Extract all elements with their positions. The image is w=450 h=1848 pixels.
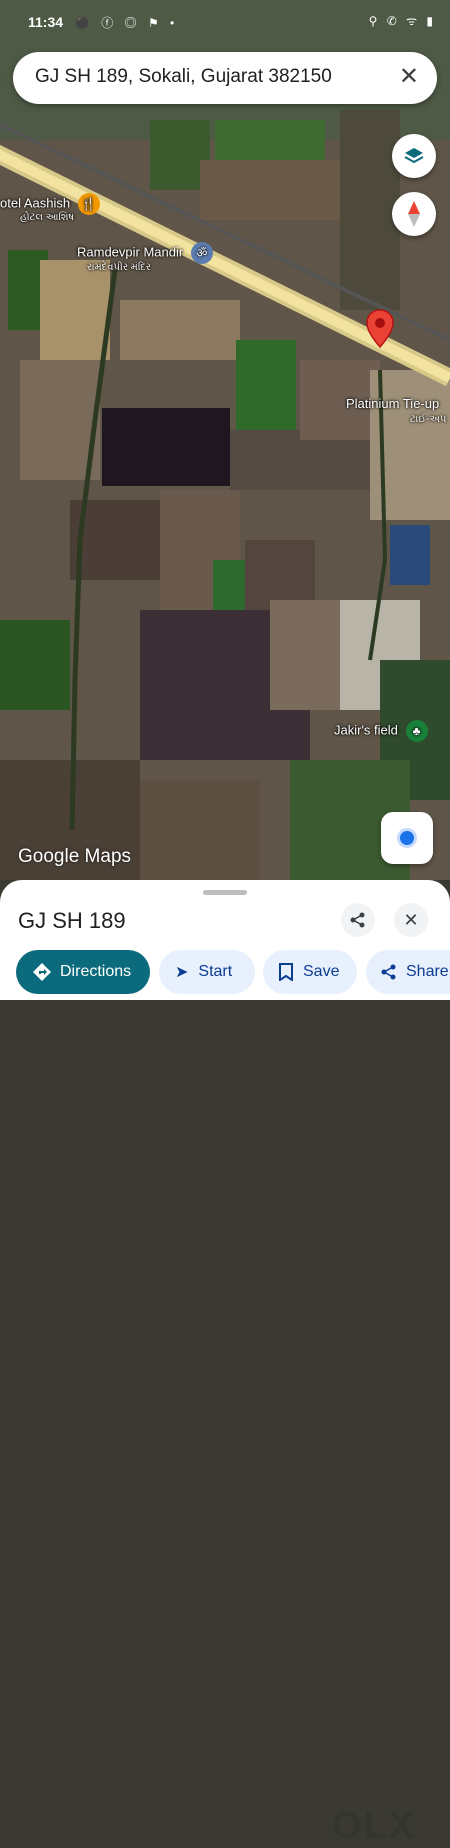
- share-icon: [381, 964, 396, 980]
- my-location-button[interactable]: [381, 812, 433, 864]
- place-ramdevpir-mandir[interactable]: Ramdevpir Mandir ॐ: [77, 242, 213, 264]
- place-name: Ramdevpir Mandir: [77, 244, 184, 260]
- satellite-map[interactable]: 11:34 ⚫ ⓕ ◎ ⚑ • ⚲ ✆ ᯤ ▮ GJ SH 189, Sokal…: [0, 0, 450, 880]
- restaurant-icon: 🍴: [77, 193, 100, 215]
- place-platinium[interactable]: Platinium Tie-up: [346, 396, 439, 411]
- search-bar[interactable]: GJ SH 189, Sokali, Gujarat 382150 ✕: [13, 52, 437, 104]
- directions-icon: [33, 963, 51, 981]
- status-bar: 11:34 ⚫ ⓕ ◎ ⚑ • ⚲ ✆ ᯤ ▮: [0, 0, 450, 44]
- bookmark-icon: [279, 963, 293, 981]
- share-button[interactable]: Share: [366, 950, 450, 994]
- location-pin-icon[interactable]: [366, 309, 394, 349]
- compass-button[interactable]: [392, 192, 436, 236]
- drag-handle[interactable]: [203, 890, 247, 895]
- share-label: Share: [406, 963, 449, 980]
- layers-button[interactable]: [392, 134, 436, 178]
- notification-icons: ⚫ ⓕ ◎ ⚑ •: [75, 16, 179, 30]
- directions-button[interactable]: Directions: [16, 950, 150, 994]
- start-button[interactable]: ➤ Start: [159, 950, 255, 994]
- navigation-arrow-icon: ➤: [175, 964, 189, 981]
- search-address[interactable]: GJ SH 189, Sokali, Gujarat 382150: [35, 66, 332, 88]
- share-icon-button[interactable]: [341, 903, 375, 937]
- close-icon: ✕: [403, 909, 419, 930]
- directions-label: Directions: [60, 963, 132, 980]
- place-sub-gujarati: હોટલ આશિષ: [20, 212, 75, 223]
- place-jakirs-field[interactable]: Jakir's field ♣: [334, 720, 428, 742]
- olx-watermark: OLX: [332, 1805, 417, 1847]
- location-dot-icon: [400, 831, 414, 845]
- place-sub-gujarati: રામદેવપીર મંદિર: [87, 262, 151, 273]
- map-imagery: [0, 0, 450, 880]
- temple-icon: ॐ: [190, 242, 213, 264]
- place-title: GJ SH 189: [18, 908, 126, 933]
- place-sub-gujarati: ટાઈ-અપ: [410, 414, 447, 425]
- park-icon: ♣: [405, 720, 428, 742]
- compass-icon: [408, 201, 420, 227]
- close-icon[interactable]: ✕: [399, 62, 419, 91]
- system-icons: ⚲ ✆ ᯤ ▮: [368, 14, 436, 28]
- start-label: Start: [198, 963, 233, 980]
- save-label: Save: [303, 963, 340, 980]
- close-sheet-button[interactable]: ✕: [394, 903, 428, 937]
- bottom-sheet[interactable]: GJ SH 189 ✕ Directions ➤ Start Save Shar…: [0, 880, 450, 1847]
- layers-icon: [404, 148, 424, 164]
- save-button[interactable]: Save: [263, 950, 357, 994]
- place-name: Jakir's field: [334, 722, 398, 738]
- google-maps-logo: Google Maps: [18, 846, 132, 867]
- place-name: otel Aashish: [0, 195, 71, 211]
- share-icon: [350, 912, 365, 928]
- status-time: 11:34: [28, 14, 64, 30]
